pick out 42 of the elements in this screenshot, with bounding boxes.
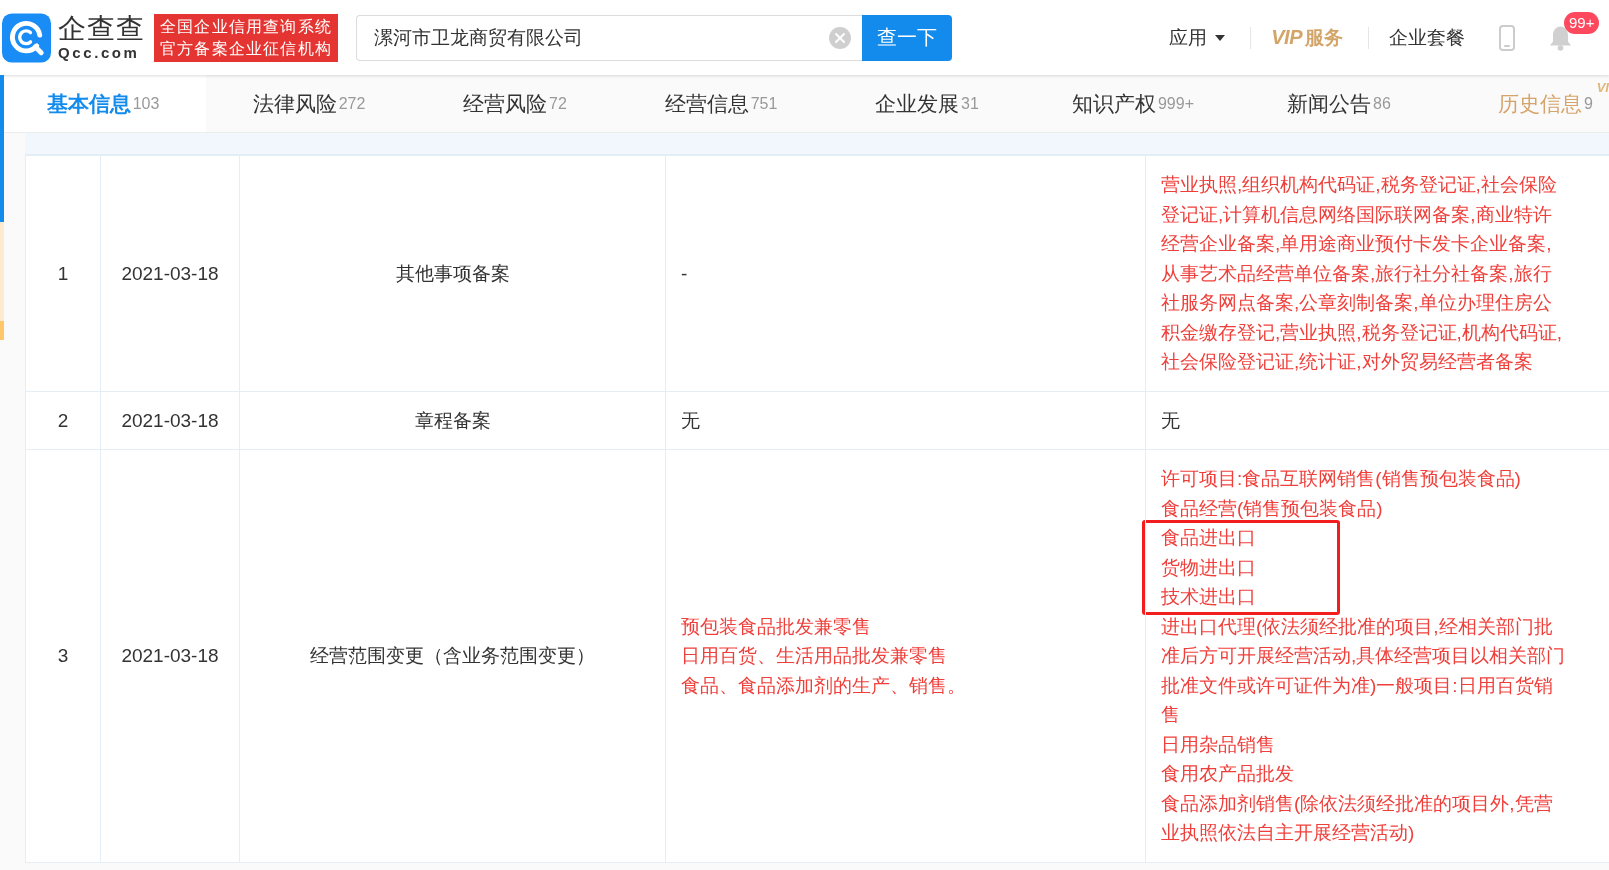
- badge-text: 官方备案企业征信机构: [160, 38, 332, 59]
- table-cell: -: [665, 155, 1146, 391]
- logo-domain: Qcc.com: [58, 43, 141, 62]
- table-cell: 2021-03-18: [100, 449, 240, 862]
- table-cell: 2021-03-18: [100, 155, 240, 391]
- table-cell: 经营范围变更（含业务范围变更）: [239, 449, 666, 862]
- cell-text-line: 预包装食品批发兼零售: [681, 614, 872, 639]
- cell-text-line: 进出口代理(依法须经批准的项目,经相关部门批准后方可开展经营活动,具体经营项目以相关部门批准文件或许可证件为准)一般项目:日用百货销售: [1161, 614, 1567, 727]
- cell-text-line: 货物进出口: [1161, 555, 1257, 580]
- cell-text-line: 食品添加剂销售(除依法须经批准的项目外,凭营业执照依法自主开展经营活动): [1161, 791, 1554, 845]
- table-cell: 3: [25, 449, 101, 862]
- table-cell: 1: [25, 155, 101, 391]
- table-cell: 2021-03-18: [100, 391, 240, 450]
- table-cell: 其他事项备案: [239, 155, 666, 391]
- cell-text-line: 食品经营(销售预包装食品): [1161, 496, 1384, 521]
- cell-text-line: 许可项目:食品互联网销售(销售预包装食品): [1161, 467, 1522, 491]
- logo-name: 企查查: [58, 13, 145, 44]
- badge-text: 全国企业信用查询系统: [160, 16, 332, 37]
- cell-text-line: 日用杂品销售: [1161, 732, 1276, 757]
- caret-icon[interactable]: [1215, 34, 1226, 41]
- table-cell: 营业执照,组织机构代码证,税务登记证,社会保险登记证,计算机信息网络国际联网备案,商业特许经营企业备案,单用途商业预付卡发卡企业备案,从事艺术品经营单位备案,旅行社分社备案,旅行社服务网点备案,公章刻制备案,单位办理住房公积金缴存登记,营业执照,税务登记证,机构代码证,社会保险登记证,统计证,对外贸易经营者备案: [1145, 155, 1609, 391]
- search-field[interactable]: 漯河市卫龙商贸有限公司: [356, 14, 862, 61]
- vip-tag: VI: [1596, 81, 1609, 95]
- tab[interactable]: 企业发展31: [824, 75, 1030, 132]
- cell-text-line: 食品、食品添加剂的生产、销售。: [681, 673, 967, 698]
- tab[interactable]: 知识产权999+: [1030, 75, 1236, 132]
- tab[interactable]: 经营信息751: [618, 75, 824, 132]
- cell-text-line: 食品进出口: [1161, 526, 1257, 550]
- table-cell: 2: [25, 391, 101, 450]
- tab[interactable]: 法律风险272: [206, 75, 412, 132]
- logo-icon[interactable]: [2, 12, 51, 63]
- apps-menu-link[interactable]: 应用: [1169, 24, 1208, 51]
- cell-text-line: 技术进出口: [1161, 585, 1257, 609]
- tab[interactable]: 新闻公告86: [1236, 75, 1442, 132]
- table-cell: 无: [665, 391, 1146, 450]
- table-cell: 章程备案: [239, 391, 666, 450]
- notification-badge: 99+: [1564, 11, 1600, 34]
- tab[interactable]: 经营风险72: [412, 75, 618, 132]
- cell-text-line: 食用农产品批发: [1161, 762, 1295, 786]
- search-button[interactable]: 查一下: [862, 14, 952, 61]
- enterprise-plan-link[interactable]: 企业套餐: [1389, 24, 1465, 51]
- cell-text-line: 日用百货、生活用品批发兼零售: [681, 644, 948, 668]
